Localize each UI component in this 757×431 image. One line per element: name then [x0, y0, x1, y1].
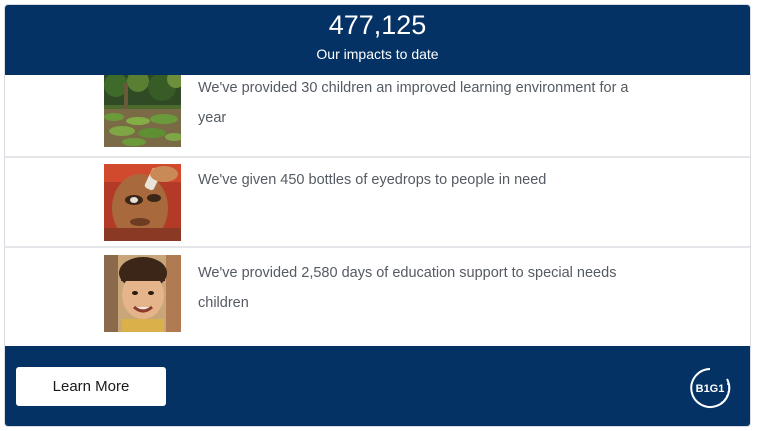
impact-count: 477,125	[328, 10, 427, 40]
b1g1-logo-icon[interactable]: B1G1	[688, 366, 732, 410]
garden-photo	[104, 75, 181, 147]
impact-footer: Learn More B1G1	[5, 346, 750, 426]
impact-list: We've provided 30 children an improved l…	[5, 75, 750, 345]
eyedrops-photo	[104, 164, 181, 241]
impact-item-text: We've provided 30 children an improved l…	[198, 80, 629, 126]
child-photo	[104, 255, 181, 332]
impact-subtitle: Our impacts to date	[316, 46, 439, 62]
impact-header: 477,125 Our impacts to date	[5, 5, 750, 75]
impact-item-text: We've provided 2,580 days of education s…	[198, 265, 617, 311]
impact-item: We've given 450 bottles of eyedrops to p…	[5, 158, 750, 248]
impact-item-text: We've given 450 bottles of eyedrops to p…	[198, 172, 547, 188]
b1g1-logo-text: B1G1	[696, 383, 725, 395]
impact-widget: 477,125 Our impacts to date We've provid…	[5, 5, 750, 426]
impact-item: We've provided 30 children an improved l…	[5, 75, 750, 158]
learn-more-button[interactable]: Learn More	[16, 367, 166, 406]
impact-item: We've provided 2,580 days of education s…	[5, 248, 750, 343]
